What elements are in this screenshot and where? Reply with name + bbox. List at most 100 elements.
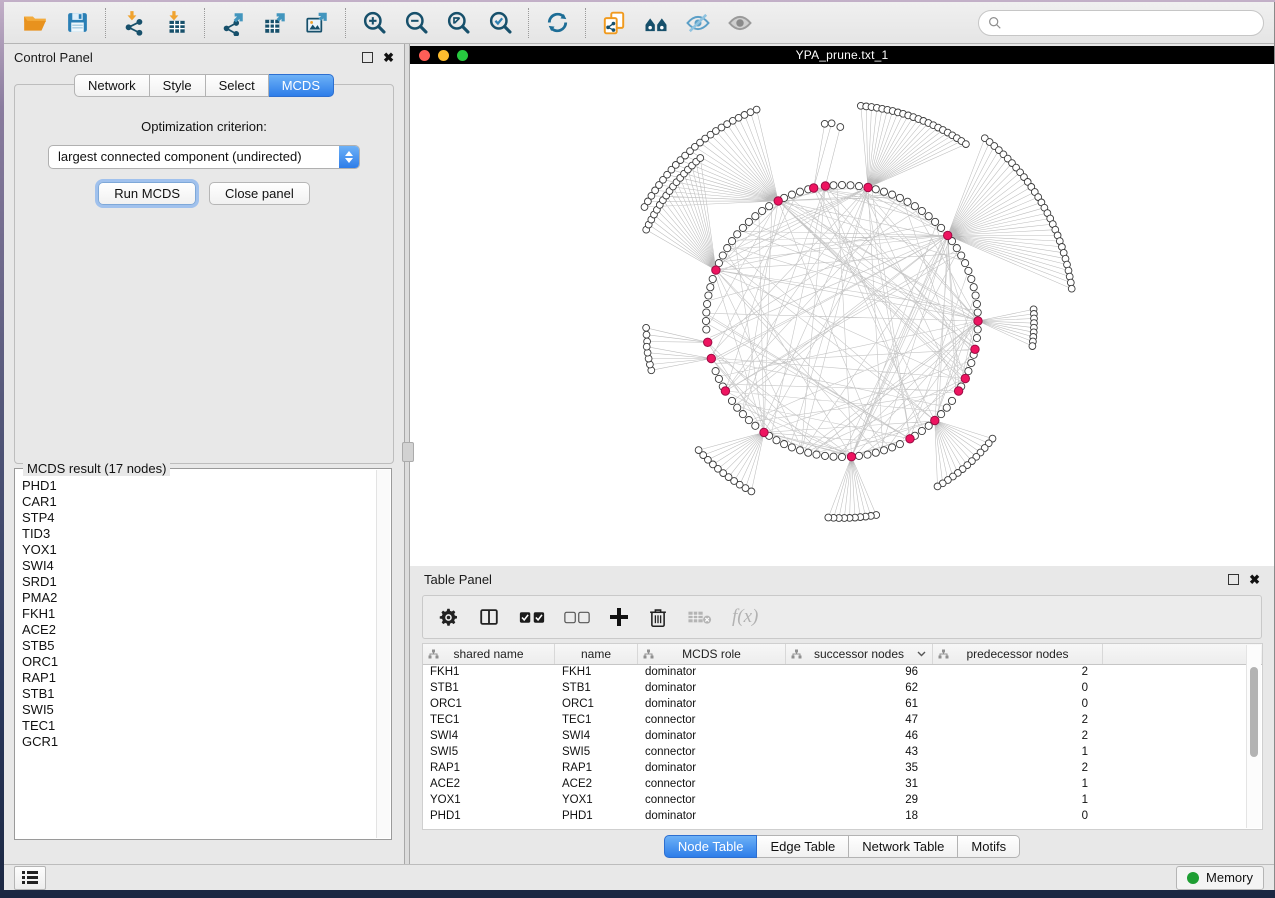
graph-node[interactable] xyxy=(728,397,735,404)
graph-node[interactable] xyxy=(745,417,752,424)
graph-node[interactable] xyxy=(938,411,945,418)
mcds-result-item[interactable]: YOX1 xyxy=(22,542,377,558)
graph-node[interactable] xyxy=(855,452,862,459)
graph-node[interactable] xyxy=(968,359,975,366)
mcds-result-item[interactable]: STP4 xyxy=(22,510,377,526)
export-network-button[interactable] xyxy=(216,6,250,40)
graph-node[interactable] xyxy=(847,182,854,189)
mcds-result-item[interactable]: STB5 xyxy=(22,638,377,654)
graph-node[interactable] xyxy=(773,437,780,444)
mcds-result-item[interactable]: STB1 xyxy=(22,686,377,702)
show-all-button[interactable] xyxy=(723,6,757,40)
graph-node[interactable] xyxy=(766,203,773,210)
maximize-window-icon[interactable] xyxy=(457,50,468,61)
mcds-result-item[interactable]: SWI4 xyxy=(22,558,377,574)
minimize-window-icon[interactable] xyxy=(438,50,449,61)
mcds-result-item[interactable]: PHD1 xyxy=(22,478,377,494)
graph-hub-node[interactable] xyxy=(961,374,969,382)
table-settings-button[interactable] xyxy=(438,604,459,630)
graph-node[interactable] xyxy=(805,449,812,456)
graph-node[interactable] xyxy=(872,186,879,193)
graph-node[interactable] xyxy=(734,231,741,238)
graph-node[interactable] xyxy=(734,404,741,411)
graph-node[interactable] xyxy=(838,181,845,188)
tab-mcds[interactable]: MCDS xyxy=(269,74,334,97)
graph-node[interactable] xyxy=(830,182,837,189)
graph-node[interactable] xyxy=(705,292,712,299)
graph-node[interactable] xyxy=(889,191,896,198)
graph-node[interactable] xyxy=(712,368,719,375)
save-session-button[interactable] xyxy=(60,6,94,40)
mcds-result-item[interactable]: TID3 xyxy=(22,526,377,542)
export-table-button[interactable] xyxy=(258,6,292,40)
node-table-row[interactable]: YOX1YOX1connector291 xyxy=(423,792,1248,808)
mcds-result-item[interactable]: SRD1 xyxy=(22,574,377,590)
graph-node[interactable] xyxy=(745,218,752,225)
graph-node[interactable] xyxy=(781,441,788,448)
export-image-button[interactable] xyxy=(300,6,334,40)
graph-node[interactable] xyxy=(728,238,735,245)
graph-node[interactable] xyxy=(796,447,803,454)
node-table-row[interactable]: STB1STB1dominator620 xyxy=(423,680,1248,696)
graph-node[interactable] xyxy=(965,267,972,274)
clone-network-button[interactable] xyxy=(597,6,631,40)
zoom-fit-button[interactable] xyxy=(441,6,475,40)
graph-node[interactable] xyxy=(838,453,845,460)
column-header-MCDS-role[interactable]: MCDS role xyxy=(638,644,786,664)
select-all-button[interactable] xyxy=(519,604,545,630)
graph-node[interactable] xyxy=(974,309,981,316)
graph-hub-node[interactable] xyxy=(810,184,818,192)
graph-node[interactable] xyxy=(788,191,795,198)
zoom-out-button[interactable] xyxy=(399,6,433,40)
table-scrollbar-thumb[interactable] xyxy=(1250,667,1258,757)
graph-node[interactable] xyxy=(788,444,795,451)
graph-hub-node[interactable] xyxy=(954,387,962,395)
graph-node[interactable] xyxy=(932,218,939,225)
graph-node[interactable] xyxy=(709,275,716,282)
graph-hub-node[interactable] xyxy=(707,354,715,362)
graph-node[interactable] xyxy=(973,334,980,341)
graph-node[interactable] xyxy=(825,514,832,521)
graph-node[interactable] xyxy=(695,447,702,454)
graph-node[interactable] xyxy=(821,120,828,127)
mcds-result-item[interactable]: RAP1 xyxy=(22,670,377,686)
run-mcds-button[interactable]: Run MCDS xyxy=(98,182,196,205)
node-table-row[interactable]: PHD1PHD1dominator180 xyxy=(423,808,1248,824)
import-network-button[interactable] xyxy=(117,6,151,40)
network-canvas[interactable] xyxy=(410,64,1274,566)
column-header-predecessor-nodes[interactable]: predecessor nodes xyxy=(933,644,1103,664)
graph-node[interactable] xyxy=(953,245,960,252)
graph-node[interactable] xyxy=(970,284,977,291)
graph-node[interactable] xyxy=(962,260,969,267)
node-table-row[interactable]: ACE2ACE2connector311 xyxy=(423,776,1248,792)
graph-node[interactable] xyxy=(958,252,965,259)
graph-node[interactable] xyxy=(864,451,871,458)
graph-node[interactable] xyxy=(739,224,746,231)
graph-node[interactable] xyxy=(759,207,766,214)
graph-node[interactable] xyxy=(963,141,970,148)
graph-hub-node[interactable] xyxy=(821,182,829,190)
tab-edge-table[interactable]: Edge Table xyxy=(757,835,849,858)
graph-hub-node[interactable] xyxy=(864,183,872,191)
mcds-result-scrollbar[interactable] xyxy=(376,470,390,838)
graph-node[interactable] xyxy=(972,292,979,299)
node-table-row[interactable]: RAP1RAP1dominator352 xyxy=(423,760,1248,776)
graph-node[interactable] xyxy=(724,245,731,252)
node-table-row[interactable]: TEC1TEC1connector472 xyxy=(423,712,1248,728)
node-table-row[interactable]: FKH1FKH1dominator962 xyxy=(423,664,1248,680)
graph-hub-node[interactable] xyxy=(847,453,855,461)
graph-hub-node[interactable] xyxy=(944,231,952,239)
graph-node[interactable] xyxy=(828,120,835,127)
graph-node[interactable] xyxy=(918,207,925,214)
add-column-button[interactable] xyxy=(609,604,629,630)
graph-node[interactable] xyxy=(965,368,972,375)
column-header-successor-nodes[interactable]: successor nodes xyxy=(786,644,933,664)
tab-network-table[interactable]: Network Table xyxy=(849,835,958,858)
node-table-row[interactable]: ORC1ORC1dominator610 xyxy=(423,696,1248,712)
mcds-result-item[interactable]: GCR1 xyxy=(22,734,377,750)
criterion-select[interactable]: largest connected component (undirected) xyxy=(48,145,360,169)
graph-node[interactable] xyxy=(974,326,981,333)
mcds-result-item[interactable]: SWI5 xyxy=(22,702,377,718)
graph-hub-node[interactable] xyxy=(971,345,979,353)
graph-node[interactable] xyxy=(752,422,759,429)
